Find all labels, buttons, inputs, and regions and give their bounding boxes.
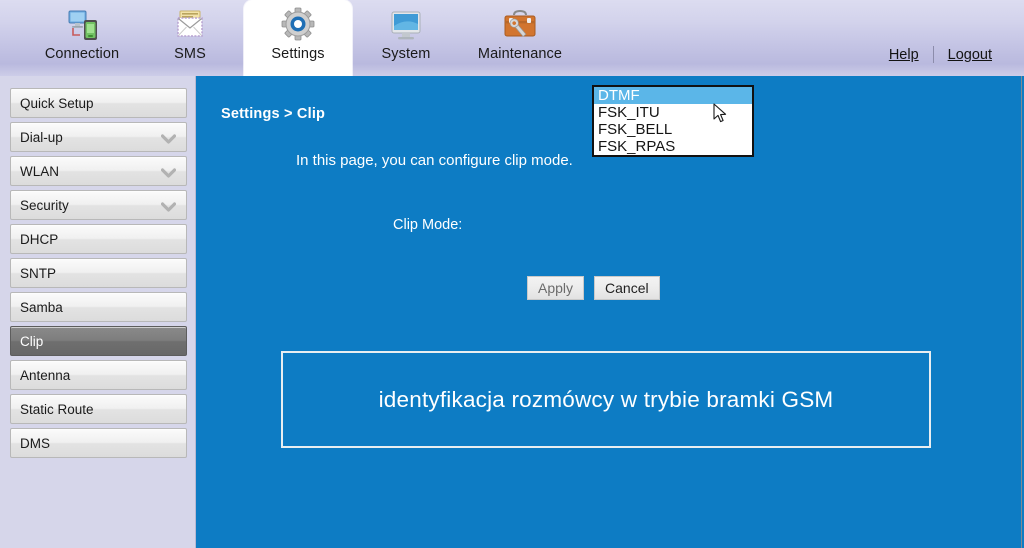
tab-system-label: System <box>381 46 431 62</box>
sidebar-item-dial-up[interactable]: Dial-up <box>10 122 187 152</box>
chevron-down-icon <box>160 166 177 178</box>
sidebar-item-quick-setup[interactable]: Quick Setup <box>10 88 187 118</box>
option-fsk-bell[interactable]: FSK_BELL <box>594 121 752 138</box>
sidebar-item-static-route[interactable]: Static Route <box>10 394 187 424</box>
sidebar-item-label: Static Route <box>20 401 94 417</box>
sidebar-item-samba[interactable]: Samba <box>10 292 187 322</box>
top-header: Connection SMS Settings System Maintenan… <box>0 0 1024 76</box>
annotation-text: identyfikacja rozmówcy w trybie bramki G… <box>378 386 834 412</box>
tab-settings[interactable]: Settings <box>244 0 352 76</box>
sidebar-menu: Quick Setup Dial-up WLAN Security DHCP S… <box>0 76 196 548</box>
clip-mode-row: Clip Mode: <box>393 216 462 234</box>
network-devices-icon <box>62 6 102 44</box>
help-link[interactable]: Help <box>875 47 933 63</box>
sidebar-item-wlan[interactable]: WLAN <box>10 156 187 186</box>
tab-settings-label: Settings <box>271 46 325 62</box>
chevron-down-icon <box>160 200 177 212</box>
form-actions: Apply Cancel <box>527 276 660 300</box>
tab-system[interactable]: System <box>352 0 460 76</box>
sidebar-item-sntp[interactable]: SNTP <box>10 258 187 288</box>
envelope-icon <box>170 6 210 44</box>
sidebar-item-label: SNTP <box>20 265 57 281</box>
page-description: In this page, you can configure clip mod… <box>296 152 573 169</box>
tab-connection-label: Connection <box>44 46 120 62</box>
sidebar-item-label: DMS <box>20 435 50 451</box>
sidebar-item-label: WLAN <box>20 163 60 179</box>
sidebar-item-label: Clip <box>20 333 44 349</box>
logout-link[interactable]: Logout <box>934 47 1006 63</box>
sidebar-item-label: Dial-up <box>20 129 63 145</box>
sidebar-item-label: Quick Setup <box>20 95 94 111</box>
router-admin-window: Connection SMS Settings System Maintenan… <box>0 0 1024 548</box>
annotation-box: identyfikacja rozmówcy w trybie bramki G… <box>281 351 931 448</box>
sidebar-item-security[interactable]: Security <box>10 190 187 220</box>
option-fsk-rpas[interactable]: FSK_RPAS <box>594 138 752 155</box>
monitor-icon <box>386 6 426 44</box>
breadcrumb: Settings > Clip <box>221 106 326 122</box>
main-content: Settings > Clip In this page, you can co… <box>197 76 1022 548</box>
clip-mode-label: Clip Mode: <box>393 217 463 233</box>
mouse-cursor-icon <box>713 103 728 129</box>
sidebar-item-label: Samba <box>20 299 63 315</box>
sidebar-item-clip[interactable]: Clip <box>10 326 187 356</box>
sidebar-item-label: Antenna <box>20 367 71 383</box>
sidebar-item-label: DHCP <box>20 231 59 247</box>
option-dtmf[interactable]: DTMF <box>594 87 752 104</box>
sidebar-item-dms[interactable]: DMS <box>10 428 187 458</box>
gear-icon <box>278 6 318 44</box>
cancel-button[interactable]: Cancel <box>594 276 660 300</box>
toolbox-wrench-icon <box>500 6 540 44</box>
sidebar-item-dhcp[interactable]: DHCP <box>10 224 187 254</box>
chevron-down-icon <box>160 132 177 144</box>
main-nav-tabs: Connection SMS Settings System Maintenan… <box>28 0 580 76</box>
sidebar-item-label: Security <box>20 197 69 213</box>
header-links: Help Logout <box>875 46 1006 63</box>
clip-mode-select-dropdown[interactable]: DTMF FSK_ITU FSK_BELL FSK_RPAS <box>592 85 754 157</box>
tab-sms[interactable]: SMS <box>136 0 244 76</box>
sidebar-item-antenna[interactable]: Antenna <box>10 360 187 390</box>
tab-maintenance[interactable]: Maintenance <box>460 0 580 76</box>
tab-sms-label: SMS <box>174 46 206 62</box>
option-fsk-itu[interactable]: FSK_ITU <box>594 104 752 121</box>
apply-button[interactable]: Apply <box>527 276 585 300</box>
tab-maintenance-label: Maintenance <box>477 46 563 62</box>
tab-connection[interactable]: Connection <box>28 0 136 76</box>
